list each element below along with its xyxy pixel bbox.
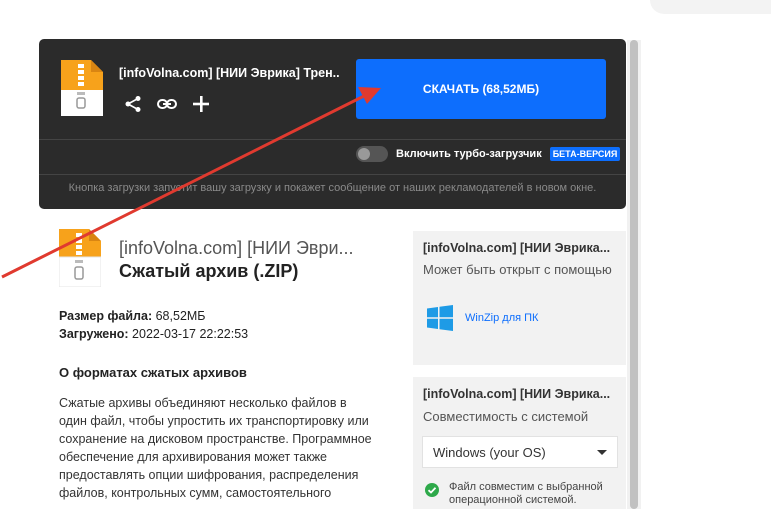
- scrollbar[interactable]: [627, 40, 641, 509]
- uploaded-label: Загружено:: [59, 327, 129, 341]
- turbo-toggle[interactable]: [356, 146, 388, 162]
- beta-badge: БЕТА-ВЕРСИЯ: [549, 147, 621, 161]
- compat-text: Файл совместим с выбранной операционной …: [449, 481, 603, 506]
- link-icon[interactable]: [156, 93, 178, 115]
- divider: [39, 139, 626, 140]
- about-text: Сжатые архивы объединяют несколько файло…: [59, 396, 372, 500]
- scrollbar-thumb[interactable]: [630, 40, 638, 509]
- compatibility-panel: [infoVolna.com] [НИИ Эврика... Совместим…: [413, 377, 626, 509]
- uploaded-value: 2022-03-17 22:22:53: [132, 327, 249, 341]
- open-with-panel: [infoVolna.com] [НИИ Эврика... Может быт…: [413, 231, 626, 365]
- turbo-label: Включить турбо-загрузчик: [396, 148, 542, 160]
- top-right-shadow: [650, 0, 771, 14]
- file-actions: [122, 93, 212, 115]
- file-size-value: 68,52МБ: [155, 309, 206, 323]
- windows-icon: [427, 305, 453, 331]
- file-title: [infoVolna.com] [НИИ Эврика] Трен...: [119, 66, 339, 80]
- zip-file-icon-large: [59, 229, 101, 287]
- panel-subtitle: Совместимость с системой: [423, 409, 589, 424]
- zip-file-icon: [61, 60, 103, 116]
- divider: [39, 174, 626, 175]
- panel-title: [infoVolna.com] [НИИ Эврика...: [423, 241, 611, 255]
- uploaded-row: Загружено: 2022-03-17 22:22:53: [59, 327, 248, 341]
- turbo-row: Включить турбо-загрузчик БЕТА-ВЕРСИЯ: [356, 146, 621, 162]
- panel-title: [infoVolna.com] [НИИ Эврика...: [423, 387, 611, 401]
- winzip-label: WinZip для ПК: [465, 312, 539, 324]
- download-card: [infoVolna.com] [НИИ Эврика] Трен... СКА…: [39, 39, 626, 209]
- chevron-down-icon: [597, 449, 607, 455]
- file-name: [infoVolna.com] [НИИ Эври...: [119, 238, 354, 258]
- winzip-app-link[interactable]: WinZip для ПК: [427, 305, 538, 331]
- toggle-knob: [358, 148, 370, 160]
- check-circle-icon: [425, 483, 439, 497]
- os-select-value: Windows (your OS): [433, 444, 546, 460]
- file-type: Сжатый архив (.ZIP): [119, 261, 299, 281]
- share-icon[interactable]: [122, 93, 144, 115]
- add-icon[interactable]: [190, 93, 212, 115]
- file-size-row: Размер файла: 68,52МБ: [59, 309, 206, 323]
- file-size-label: Размер файла:: [59, 309, 153, 323]
- compat-status: Файл совместим с выбранной операционной …: [425, 481, 619, 507]
- panel-subtitle: Может быть открыт с помощью: [423, 262, 612, 277]
- download-notice: Кнопка загрузки запустит вашу загрузку и…: [68, 182, 597, 194]
- about-heading: О форматах сжатых архивов: [59, 365, 247, 380]
- os-select[interactable]: Windows (your OS): [422, 436, 618, 468]
- download-button[interactable]: СКАЧАТЬ (68,52МБ): [356, 59, 606, 119]
